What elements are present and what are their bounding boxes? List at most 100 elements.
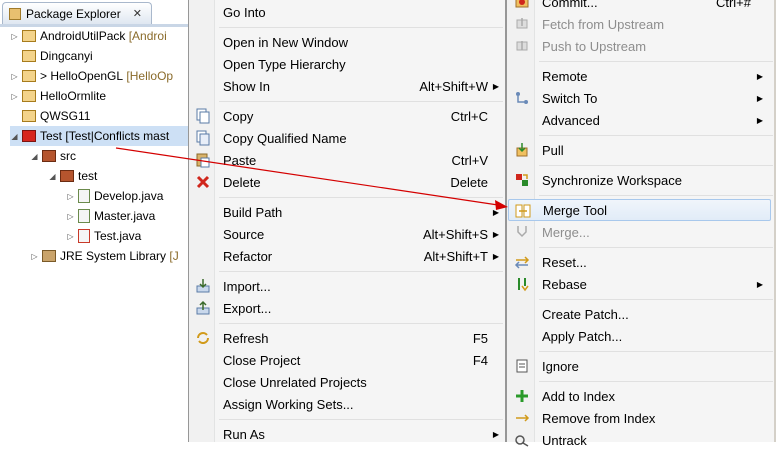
collapsed-arrow-icon[interactable]: ▷ [10, 92, 19, 101]
tree-item-develop-java[interactable]: ▷ Develop.java [66, 186, 163, 206]
menu-item-show-in[interactable]: Show In Alt+Shift+W ▶ [190, 75, 505, 97]
menu-item-remove-from-index[interactable]: Remove from Index [508, 407, 773, 429]
menu-item-label: Create Patch... [542, 306, 629, 322]
expanded-arrow-icon[interactable]: ◢ [30, 152, 39, 161]
copy-icon [196, 108, 210, 124]
tree-item-label: Test.java [94, 229, 142, 243]
tree-item-label: Master.java [94, 209, 156, 223]
menu-item-commit[interactable]: Commit... Ctrl+# [508, 0, 773, 13]
collapsed-arrow-icon[interactable]: ▷ [66, 192, 75, 201]
export-icon [196, 300, 210, 315]
project-folder-icon [22, 30, 36, 42]
menu-item-open-type-hierarchy[interactable]: Open Type Hierarchy [190, 53, 505, 75]
menu-item-label: Show In [223, 78, 270, 94]
package-icon [60, 170, 74, 182]
menu-item-assign-working-sets[interactable]: Assign Working Sets... [190, 393, 505, 415]
menu-item-delete[interactable]: Delete Delete [190, 171, 505, 193]
expanded-arrow-icon[interactable]: ◢ [10, 132, 19, 141]
menu-separator [539, 299, 773, 300]
menu-item-shortcut: Ctrl+C [450, 108, 488, 124]
import-icon [196, 279, 210, 293]
menu-item-open-in-new-window[interactable]: Open in New Window [190, 31, 505, 53]
submenu-arrow-icon: ▶ [492, 251, 499, 261]
menu-item-advanced[interactable]: Advanced ▶ [508, 109, 773, 131]
collapsed-arrow-icon[interactable]: ▷ [66, 212, 75, 221]
tree-item-dingcanyi[interactable]: Dingcanyi [22, 46, 93, 66]
menu-separator [219, 27, 503, 28]
menu-item-pull[interactable]: Pull [508, 139, 773, 161]
menu-item-label: Add to Index [542, 388, 615, 404]
paste-icon [196, 153, 210, 168]
tree-item-test-package[interactable]: ◢ test [48, 166, 97, 186]
menu-item-label: Synchronize Workspace [542, 172, 682, 188]
menu-item-shortcut: Delete [450, 174, 488, 190]
menu-item-import[interactable]: Import... [190, 275, 505, 297]
package-explorer-tab[interactable]: Package Explorer ✕ [2, 2, 152, 24]
menu-item-label: Run As [223, 426, 265, 442]
menu-item-label: Commit... [542, 0, 598, 10]
package-explorer: Package Explorer ✕ ▷ AndroidUtilPack [An… [0, 0, 188, 442]
menu-item-export[interactable]: Export... [190, 297, 505, 319]
menu-item-close-unrelated-projects[interactable]: Close Unrelated Projects [190, 371, 505, 393]
menu-item-copy[interactable]: Copy Ctrl+C [190, 105, 505, 127]
menu-item-label: Advanced [542, 112, 600, 128]
menu-item-copy-qualified-name[interactable]: Copy Qualified Name [190, 127, 505, 149]
switch-branch-icon [516, 92, 528, 104]
menu-item-merge[interactable]: Merge... [508, 221, 773, 243]
tree-item-helloopengl[interactable]: ▷ > HelloOpenGL [HelloOp [10, 66, 173, 86]
tree-item-qwsg11[interactable]: QWSG11 [22, 106, 90, 126]
menu-item-label: Close Project [223, 352, 301, 368]
tree-item-src[interactable]: ◢ src [30, 146, 76, 166]
expanded-arrow-icon[interactable]: ◢ [48, 172, 57, 181]
tree-item-label: Test [40, 129, 63, 143]
tree-item-decoration: [HelloOp [126, 69, 174, 83]
menu-item-label: Source [223, 226, 265, 242]
menu-item-close-project[interactable]: Close Project F4 [190, 349, 505, 371]
tree-item-androidutilpack[interactable]: ▷ AndroidUtilPack [Androi [10, 26, 167, 46]
project-folder-icon [22, 50, 36, 62]
menu-item-ignore[interactable]: Ignore [508, 355, 773, 377]
project-folder-icon [22, 110, 36, 122]
menu-item-go-into[interactable]: Go Into [190, 1, 505, 23]
menu-item-reset[interactable]: Reset... [508, 251, 773, 273]
submenu-arrow-icon: ▶ [492, 229, 499, 239]
menu-item-rebase[interactable]: Rebase ▶ [508, 273, 773, 295]
menu-item-label: Go Into [223, 4, 266, 20]
add-to-index-icon [516, 390, 528, 402]
menu-separator [539, 195, 773, 196]
tree-item-decoration: [Androi [128, 29, 167, 43]
pull-icon [516, 143, 528, 157]
project-folder-icon [22, 70, 36, 82]
collapsed-arrow-icon[interactable]: ▷ [30, 252, 39, 261]
menu-item-fetch-from-upstream[interactable]: Fetch from Upstream [508, 13, 773, 35]
menu-item-label: Untrack [542, 432, 587, 448]
menu-separator [219, 271, 503, 272]
collapsed-arrow-icon[interactable]: ▷ [66, 232, 75, 241]
tree-item-test-java[interactable]: ▷ Test.java [66, 226, 141, 246]
tree-item-helloormlite[interactable]: ▷ HelloOrmlite [10, 86, 106, 106]
menu-item-switch-to[interactable]: Switch To ▶ [508, 87, 773, 109]
menu-item-refresh[interactable]: Refresh F5 [190, 327, 505, 349]
menu-item-create-patch[interactable]: Create Patch... [508, 303, 773, 325]
menu-item-shortcut: Ctrl+V [451, 152, 488, 168]
menu-item-refactor[interactable]: Refactor Alt+Shift+T ▶ [190, 245, 505, 267]
menu-item-untrack[interactable]: Untrack [508, 429, 773, 451]
menu-item-label: Switch To [542, 90, 598, 106]
menu-item-build-path[interactable]: Build Path ▶ [190, 201, 505, 223]
collapsed-arrow-icon[interactable]: ▷ [10, 72, 19, 81]
menu-item-synchronize-workspace[interactable]: Synchronize Workspace [508, 169, 773, 191]
menu-item-remote[interactable]: Remote ▶ [508, 65, 773, 87]
menu-item-push-to-upstream[interactable]: Push to Upstream [508, 35, 773, 57]
menu-item-add-to-index[interactable]: Add to Index [508, 385, 773, 407]
menu-item-merge-tool[interactable]: Merge Tool [508, 199, 771, 221]
tree-item-jre-system-library[interactable]: ▷ JRE System Library [J [30, 246, 178, 266]
tree-item-master-java[interactable]: ▷ Master.java [66, 206, 155, 226]
menu-item-source[interactable]: Source Alt+Shift+S ▶ [190, 223, 505, 245]
close-icon[interactable]: ✕ [133, 7, 142, 20]
menu-item-label: Merge Tool [543, 202, 608, 218]
menu-item-paste[interactable]: Paste Ctrl+V [190, 149, 505, 171]
tree-item-test[interactable]: ◢ Test [Test|Conflicts mast [10, 126, 188, 146]
untrack-icon [515, 435, 529, 447]
collapsed-arrow-icon[interactable]: ▷ [10, 32, 19, 41]
menu-item-apply-patch[interactable]: Apply Patch... [508, 325, 773, 347]
